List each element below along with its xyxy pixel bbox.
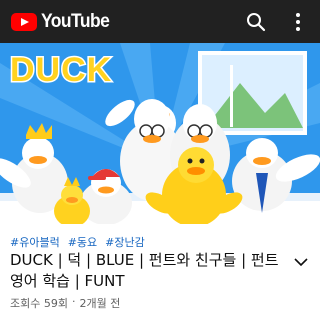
- tag-link[interactable]: #장난감: [105, 234, 145, 250]
- expand-description-button[interactable]: [292, 254, 310, 268]
- video-title[interactable]: DUCK | 덕 | BLUE | 펀트와 친구들 | 펀트 영어 학습 | F…: [10, 250, 290, 292]
- thumbnail-illustration: DUCK: [0, 43, 320, 224]
- search-icon: [247, 13, 266, 32]
- view-count: 조회수 59회: [10, 297, 68, 310]
- search-button[interactable]: [242, 8, 270, 36]
- tag-link[interactable]: #동요: [68, 234, 97, 250]
- top-app-bar: YouTube: [0, 0, 320, 43]
- more-options-button[interactable]: [284, 8, 312, 36]
- youtube-play-icon: [11, 13, 37, 31]
- video-tags: #유아블럭 #동요 #장난감: [10, 234, 145, 250]
- video-metadata: 조회수 59회 · 2개월 전: [10, 295, 120, 311]
- upload-date: 2개월 전: [79, 297, 121, 310]
- tag-link[interactable]: #유아블럭: [10, 234, 60, 250]
- more-vert-icon: [296, 13, 300, 31]
- logo-text: YouTube: [41, 11, 110, 32]
- thumbnail-title: DUCK: [10, 51, 112, 89]
- chevron-down-icon: [294, 258, 308, 267]
- youtube-logo[interactable]: YouTube: [11, 11, 115, 32]
- meta-separator: ·: [71, 295, 76, 308]
- video-thumbnail[interactable]: DUCK: [0, 43, 320, 224]
